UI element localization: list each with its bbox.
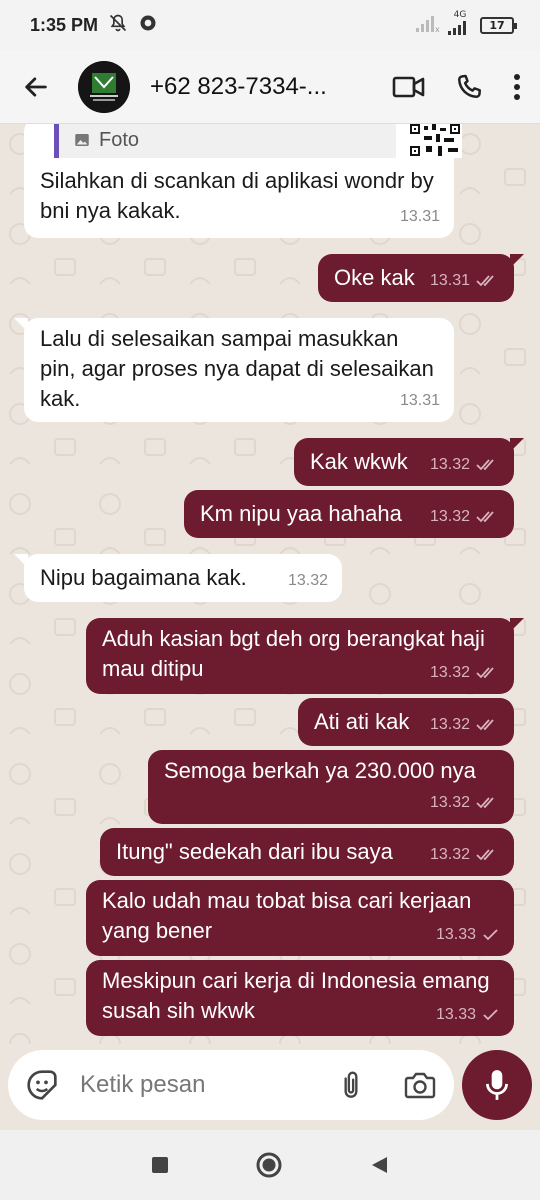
sent-single-check-icon [483, 1009, 498, 1021]
video-call-button[interactable] [392, 74, 426, 100]
sent-single-check-icon [483, 929, 498, 941]
voice-call-button[interactable] [454, 72, 484, 102]
system-navigation-bar [0, 1130, 540, 1200]
emoji-sticker-button[interactable] [26, 1069, 58, 1101]
circle-icon [256, 1152, 282, 1178]
message-text: Semoga berkah ya 230.000 nya [164, 758, 476, 783]
message-bubble-incoming[interactable]: Foto Silahkan di scankan di aplikasi won… [24, 124, 462, 238]
voice-message-button[interactable] [462, 1050, 532, 1120]
read-double-check-icon [476, 667, 494, 679]
avatar[interactable] [78, 60, 130, 113]
contact-name[interactable]: +62 823-7334-... [150, 73, 332, 101]
message-time: 13.32 [429, 664, 470, 681]
attach-button[interactable] [338, 1069, 364, 1101]
battery-icon: 17 [480, 16, 517, 34]
message-time: 13.31 [399, 392, 440, 409]
message-time: 13.31 [429, 272, 470, 289]
message-input[interactable]: Ketik pesan [80, 1071, 205, 1099]
qr-code-thumbnail[interactable] [408, 124, 462, 158]
quoted-photo-reply[interactable]: Foto [54, 124, 396, 158]
chat-header: +62 823-7334-... [0, 50, 540, 124]
message-bubble-outgoing[interactable]: Kalo udah mau tobat bisa cari kerjaan ya… [86, 880, 514, 956]
chat-area[interactable]: Foto Silahkan di scankan di aplikasi won… [0, 124, 540, 1044]
mute-notification-icon [108, 13, 128, 38]
message-time: 13.32 [429, 456, 470, 473]
more-options-icon [514, 73, 520, 100]
system-back-button[interactable] [369, 1155, 389, 1175]
signal-strong-icon [448, 20, 472, 40]
message-text: Lalu di selesaikan sampai masukkan pin, … [40, 326, 434, 411]
phone-icon [458, 74, 481, 98]
read-double-check-icon [476, 511, 494, 523]
status-bar: 1:35 PM x 4G 17 [0, 0, 540, 50]
camera-button[interactable] [404, 1071, 436, 1099]
sticker-icon [27, 1070, 57, 1100]
battery-level: 17 [489, 18, 505, 32]
more-options-button[interactable] [512, 72, 522, 102]
message-time: 13.33 [435, 926, 476, 943]
status-time: 1:35 PM [30, 14, 99, 35]
message-bubble-outgoing[interactable]: Oke kak 13.31 [318, 254, 524, 302]
chat-notification-icon [138, 13, 158, 38]
square-icon [152, 1157, 168, 1173]
message-bubble-outgoing[interactable]: Ati ati kak 13.32 [298, 698, 514, 746]
read-double-check-icon [476, 459, 494, 471]
message-bubble-outgoing[interactable]: Km nipu yaa hahaha 13.32 [184, 490, 514, 538]
message-bubble-outgoing[interactable]: Semoga berkah ya 230.000 nya 13.32 [148, 750, 514, 824]
read-double-check-icon [476, 275, 494, 287]
message-bubble-incoming[interactable]: Nipu bagaimana kak. 13.32 [14, 554, 342, 602]
message-bubble-outgoing[interactable]: Itung" sedekah dari ibu saya 13.32 [100, 828, 514, 876]
message-time: 13.32 [287, 572, 328, 589]
back-arrow-icon [25, 76, 47, 97]
quoted-label: Foto [99, 129, 140, 151]
message-text: Silahkan di scankan di aplikasi wondr by… [40, 168, 434, 223]
camera-icon [404, 1072, 436, 1099]
message-time: 13.31 [399, 208, 440, 225]
message-input-bar: Ketik pesan [8, 1050, 454, 1120]
microphone-icon [486, 1070, 508, 1100]
read-double-check-icon [476, 797, 494, 809]
triangle-back-icon [372, 1157, 387, 1173]
photo-icon [75, 134, 89, 146]
home-button[interactable] [255, 1151, 283, 1179]
message-time: 13.33 [435, 1006, 476, 1023]
paperclip-icon [344, 1071, 358, 1098]
video-call-icon [392, 76, 425, 97]
message-time: 13.32 [429, 846, 470, 863]
network-type-label: 4G [453, 9, 467, 20]
message-bubble-outgoing[interactable]: Kak wkwk 13.32 [294, 438, 524, 486]
message-time: 13.32 [429, 716, 470, 733]
message-time: 13.32 [429, 794, 470, 811]
message-bubble-incoming[interactable]: Lalu di selesaikan sampai masukkan pin, … [14, 318, 454, 422]
recent-apps-button[interactable] [151, 1156, 169, 1174]
message-text: Nipu bagaimana kak. [40, 565, 247, 590]
signal-weak-icon: x [416, 14, 440, 37]
message-bubble-outgoing[interactable]: Meskipun cari kerja di Indonesia emang s… [86, 960, 514, 1036]
back-button[interactable] [14, 65, 58, 109]
read-double-check-icon [476, 849, 494, 861]
read-double-check-icon [476, 719, 494, 731]
message-bubble-outgoing[interactable]: Aduh kasian bgt deh org berangkat haji m… [86, 618, 524, 694]
svg-text:x: x [435, 25, 440, 32]
message-time: 13.32 [429, 508, 470, 525]
